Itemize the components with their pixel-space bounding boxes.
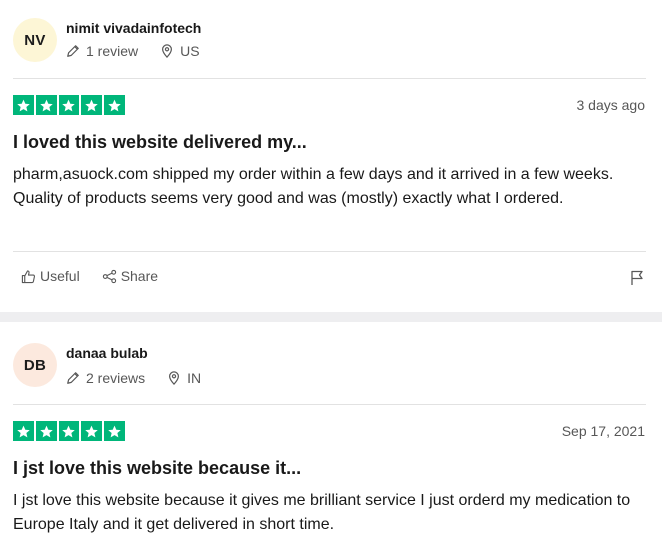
review-title[interactable]: I jst love this website because it...: [13, 458, 301, 479]
star-icon: [13, 421, 34, 441]
review-card: DB danaa bulab 2 reviews IN Sep 17, 2021…: [0, 322, 662, 546]
flag-icon[interactable]: [629, 270, 645, 286]
location-pin-icon: [162, 44, 173, 58]
star-icon: [58, 421, 80, 441]
star-icon: [35, 95, 57, 115]
country-code: US: [180, 43, 200, 59]
country-code: IN: [187, 370, 202, 386]
reviewer-name[interactable]: nimit vivadainfotech: [66, 20, 201, 36]
review-count: 1 review: [86, 43, 139, 59]
share-label: Share: [120, 268, 159, 284]
useful-button[interactable]: Useful: [21, 268, 80, 284]
review-card: NV nimit vivadainfotech 1 review US 3 da…: [0, 0, 662, 312]
review-body: I jst love this website because it gives…: [13, 492, 631, 533]
review-count: 2 reviews: [86, 370, 146, 386]
reviewer-name[interactable]: danaa bulab: [66, 345, 148, 361]
section-separator: [0, 312, 662, 322]
pencil-icon: [67, 372, 79, 384]
divider: [13, 78, 646, 79]
reviewer-meta: 2 reviews IN: [66, 370, 201, 386]
star-icon: [81, 95, 103, 115]
divider: [13, 404, 646, 405]
star-icon: [104, 95, 125, 115]
divider: [13, 251, 646, 252]
star-rating: [13, 421, 125, 441]
review-date: 3 days ago: [576, 97, 646, 113]
reviewer-meta: 1 review US: [66, 43, 200, 59]
avatar[interactable]: NV: [13, 18, 57, 62]
review-actions: Useful Share: [21, 268, 158, 284]
reviewer-location: IN: [167, 370, 201, 386]
useful-label: Useful: [40, 268, 80, 284]
review-date: Sep 17, 2021: [561, 423, 645, 439]
star-icon: [58, 95, 80, 115]
avatar[interactable]: DB: [13, 343, 57, 387]
reviewer-location: US: [160, 43, 200, 59]
location-pin-icon: [169, 371, 180, 385]
review-title[interactable]: I loved this website delivered my...: [13, 132, 307, 153]
star-rating: [13, 95, 125, 115]
star-icon: [104, 421, 125, 441]
star-icon: [13, 95, 34, 115]
review-body: pharm,asuock.com shipped my order within…: [13, 166, 614, 207]
star-icon: [35, 421, 57, 441]
share-button[interactable]: Share: [102, 268, 158, 284]
pencil-icon: [67, 45, 79, 57]
share-icon: [102, 269, 116, 283]
star-icon: [81, 421, 103, 441]
thumbs-up-icon: [21, 269, 36, 283]
